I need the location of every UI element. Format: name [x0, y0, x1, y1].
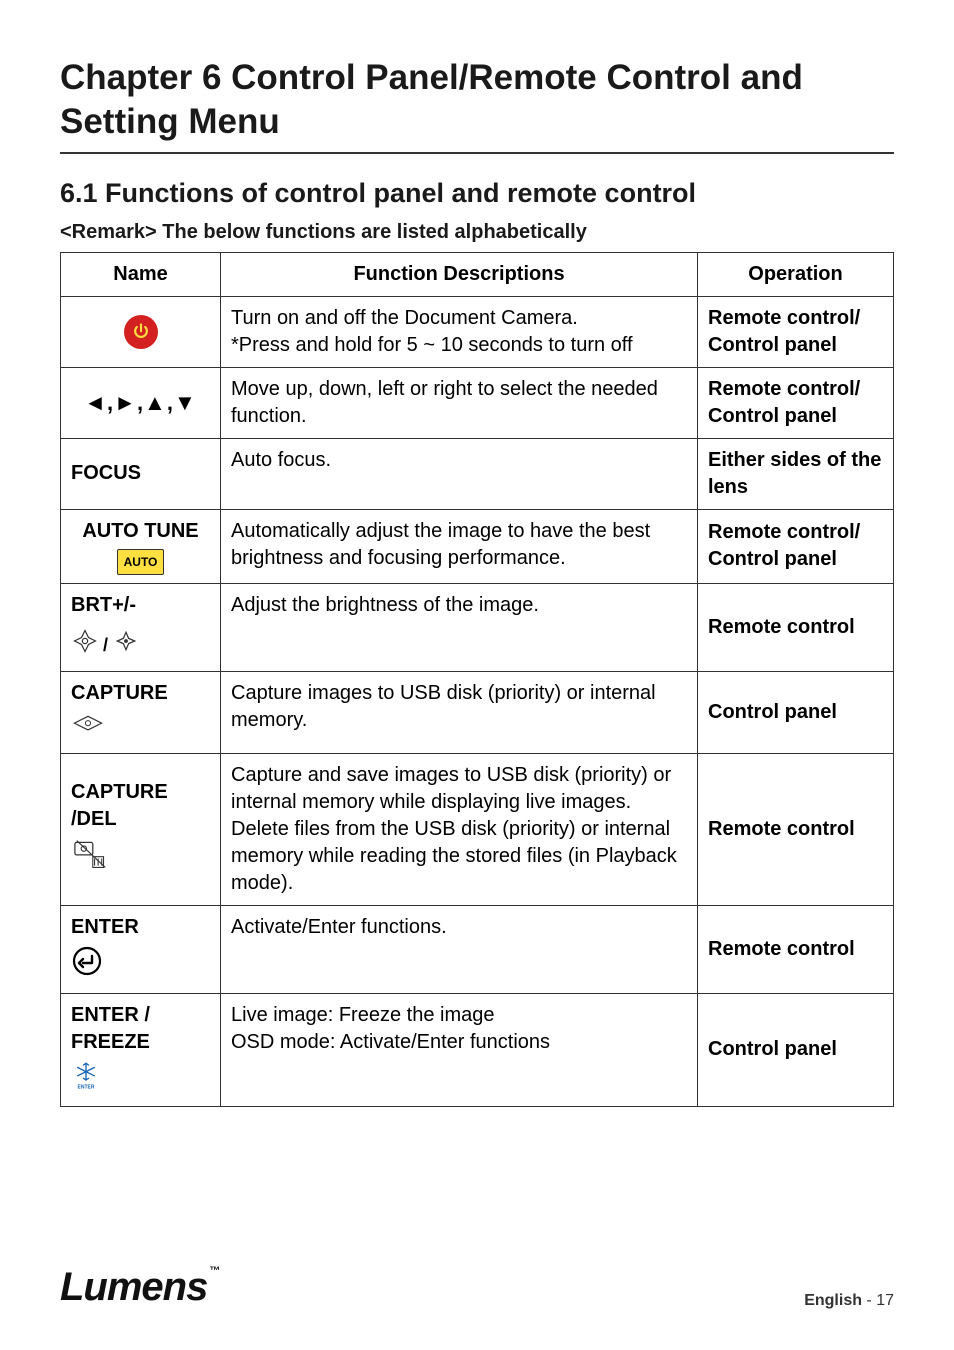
table-row: ENTER / FREEZE ENTER: [61, 993, 894, 1106]
name-label: FOCUS: [71, 462, 141, 484]
page-number: English - 17: [804, 1292, 894, 1310]
cell-desc: Move up, down, left or right to select t…: [221, 367, 698, 438]
brightness-up-icon: [71, 627, 99, 663]
cell-op: Remote control/ Control panel: [698, 367, 894, 438]
cell-op: Remote control: [698, 583, 894, 671]
chapter-title: Chapter 6 Control Panel/Remote Control a…: [60, 56, 894, 154]
cell-op: Control panel: [698, 993, 894, 1106]
table-row: CAPTURE Capture images to USB disk (prio…: [61, 671, 894, 753]
remark-text: <Remark> The below functions are listed …: [60, 221, 894, 244]
table-row: CAPTURE /DEL Capture and save images to …: [61, 753, 894, 905]
section-title: 6.1 Functions of control panel and remot…: [60, 178, 894, 209]
freeze-icon: ENTER: [71, 1060, 101, 1098]
enter-icon: [71, 945, 103, 985]
cell-desc: Live image: Freeze the image OSD mode: A…: [221, 993, 698, 1106]
name-label: AUTO TUNE: [82, 518, 198, 545]
arrow-keys-icon: ◄,►,▲,▼: [71, 388, 210, 418]
name-label: CAPTURE /DEL: [71, 779, 210, 833]
name-label: BRT+/-: [71, 592, 136, 619]
cell-desc: Auto focus.: [221, 438, 698, 509]
functions-table: Name Function Descriptions Operation Tur…: [60, 252, 894, 1107]
th-name: Name: [61, 252, 221, 296]
auto-icon: AUTO: [117, 549, 165, 575]
power-icon: [124, 315, 158, 349]
cell-desc: Adjust the brightness of the image.: [221, 583, 698, 671]
cell-op: Control panel: [698, 671, 894, 753]
cell-op: Remote control: [698, 905, 894, 993]
cell-op: Remote control/ Control panel: [698, 509, 894, 583]
name-label: ENTER / FREEZE: [71, 1002, 210, 1056]
cell-op: Either sides of the lens: [698, 438, 894, 509]
cell-desc: Turn on and off the Document Camera. *Pr…: [221, 296, 698, 367]
cell-op: Remote control/ Control panel: [698, 296, 894, 367]
table-row: BRT+/- / Adjust the brightness of the im…: [61, 583, 894, 671]
brt-separator: /: [103, 633, 108, 657]
cell-desc: Capture images to USB disk (priority) or…: [221, 671, 698, 753]
name-label: CAPTURE: [71, 680, 168, 707]
brand-logo: Lumens™: [60, 1265, 219, 1310]
table-row: ◄,►,▲,▼ Move up, down, left or right to …: [61, 367, 894, 438]
th-desc: Function Descriptions: [221, 252, 698, 296]
cell-desc: Automatically adjust the image to have t…: [221, 509, 698, 583]
cell-desc: Capture and save images to USB disk (pri…: [221, 753, 698, 905]
table-row: Turn on and off the Document Camera. *Pr…: [61, 296, 894, 367]
table-row: ENTER Activate/Enter functions. Remote c…: [61, 905, 894, 993]
cell-desc: Activate/Enter functions.: [221, 905, 698, 993]
brightness-down-icon: [112, 627, 140, 663]
capture-icon: [71, 711, 105, 745]
name-label: ENTER: [71, 914, 139, 941]
svg-text:ENTER: ENTER: [78, 1084, 95, 1090]
table-row: FOCUS Auto focus. Either sides of the le…: [61, 438, 894, 509]
table-row: AUTO TUNE AUTO Automatically adjust the …: [61, 509, 894, 583]
cell-op: Remote control: [698, 753, 894, 905]
capture-delete-icon: [71, 837, 111, 879]
page-footer: Lumens™ English - 17: [60, 1265, 894, 1310]
th-op: Operation: [698, 252, 894, 296]
